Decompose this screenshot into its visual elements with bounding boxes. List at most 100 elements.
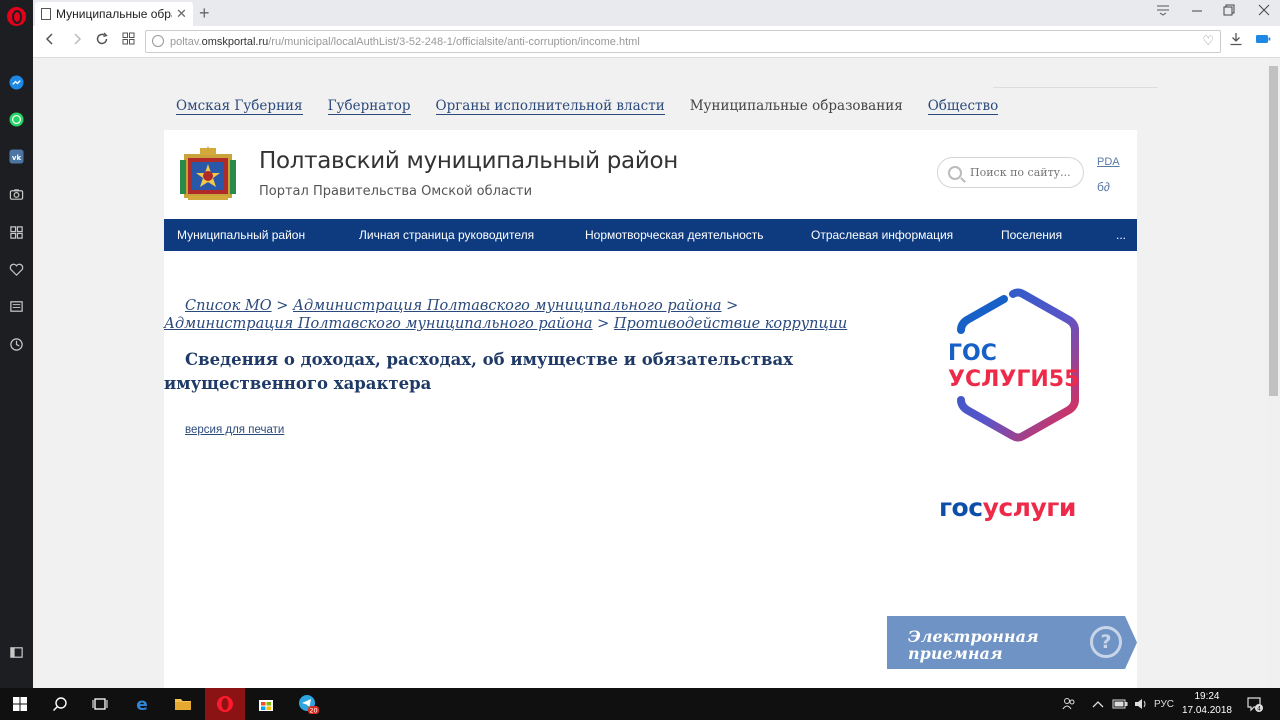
breadcrumb-administration[interactable]: Администрация Полтавского муниципального… xyxy=(293,298,722,314)
menu-sector-info[interactable]: Отраслевая информация xyxy=(811,228,953,242)
file-explorer-icon[interactable] xyxy=(163,688,203,720)
breadcrumb: Список МО > Администрация Полтавского му… xyxy=(164,297,864,333)
address-bar-row: poltav. omskportal.ru/ru/municipal/localA… xyxy=(33,26,1280,58)
clock[interactable]: 19:24 17.04.2018 xyxy=(1182,690,1232,718)
pda-link[interactable]: PDA xyxy=(1097,156,1120,168)
battery-saver-icon[interactable] xyxy=(1255,32,1271,50)
top-nav-governor[interactable]: Губернатор xyxy=(327,98,411,115)
gosuslugi-part2: услуги xyxy=(982,493,1077,522)
site-subtitle: Портал Правительства Омской области xyxy=(259,184,533,199)
telegram-icon[interactable]: 20 xyxy=(288,688,328,720)
url-field[interactable]: poltav. omskportal.ru/ru/municipal/localA… xyxy=(145,30,1221,53)
speed-dial-icon[interactable] xyxy=(8,224,25,241)
camera-icon[interactable] xyxy=(8,186,25,203)
back-icon[interactable] xyxy=(43,32,57,51)
svg-text:e: e xyxy=(136,695,148,713)
url-prefix: poltav. xyxy=(170,35,202,48)
gosuslugi55-banner[interactable]: ГОС УСЛУГИ55 xyxy=(942,288,1084,444)
sidebar-toggle-icon[interactable] xyxy=(8,644,25,661)
news-icon[interactable] xyxy=(8,298,25,315)
reload-icon[interactable] xyxy=(95,32,109,51)
menu-more[interactable]: ... xyxy=(1116,228,1126,242)
menu-head-personal-page[interactable]: Личная страница руководителя xyxy=(359,228,534,242)
url-path: /ru/municipal/localAuthList/3-52-248-1/o… xyxy=(268,35,640,48)
search-icon xyxy=(948,165,962,180)
reception-banner-text: Электронная приемная xyxy=(908,628,1039,662)
tabs-grid-icon[interactable] xyxy=(122,32,135,50)
messenger-icon[interactable] xyxy=(8,74,25,91)
site-title[interactable]: Полтавский муниципальный район xyxy=(259,148,678,174)
svg-text:vk: vk xyxy=(12,153,22,162)
search-input[interactable] xyxy=(970,166,1075,179)
language-indicator[interactable]: РУС xyxy=(1154,688,1174,720)
opera-logo-icon[interactable] xyxy=(7,7,26,26)
restore-icon[interactable] xyxy=(1223,3,1235,19)
notifications-icon[interactable]: 4 xyxy=(1246,688,1264,720)
menu-municipal-district[interactable]: Муниципальный район xyxy=(177,228,305,242)
notification-count: 4 xyxy=(1257,706,1261,713)
page-heading: Сведения о доходах, расходах, об имущест… xyxy=(164,348,864,396)
menu-settlements[interactable]: Поселения xyxy=(1001,228,1062,242)
breadcrumb-separator: > xyxy=(276,298,289,314)
electronic-reception-banner[interactable]: Электронная приемная ? xyxy=(887,616,1137,669)
breadcrumb-anti-corruption[interactable]: Противодействие коррупции xyxy=(614,316,847,332)
breadcrumb-mo-list[interactable]: Список МО xyxy=(185,298,272,314)
low-vision-glasses-icon[interactable]: б∂ xyxy=(1097,180,1110,194)
clock-date: 17.04.2018 xyxy=(1181,705,1232,716)
vk-icon[interactable]: vk xyxy=(8,148,25,165)
store-icon[interactable] xyxy=(246,688,286,720)
whatsapp-icon[interactable] xyxy=(8,111,25,128)
heart-icon[interactable] xyxy=(8,261,25,278)
top-nav-executive-bodies[interactable]: Органы исполнительной власти xyxy=(435,98,665,115)
windows-start-icon[interactable] xyxy=(0,688,40,720)
opera-taskbar-icon[interactable] xyxy=(205,688,245,720)
close-window-icon[interactable] xyxy=(1258,3,1270,19)
forward-icon[interactable] xyxy=(70,32,84,51)
breadcrumb-administration-2[interactable]: Администрация Полтавского муниципального… xyxy=(164,316,593,332)
page-scrollbar[interactable] xyxy=(1267,58,1280,688)
top-nav: Омская Губерния Губернатор Органы исполн… xyxy=(176,98,1023,115)
search-taskbar-icon[interactable] xyxy=(40,688,80,720)
gosuslugi-banner[interactable]: госуслуги xyxy=(939,493,1076,522)
tab-strip: Муниципальные образо ✕ + xyxy=(33,0,1280,26)
top-nav-society[interactable]: Общество xyxy=(927,98,999,115)
minimize-icon[interactable] xyxy=(1191,3,1203,19)
download-icon[interactable] xyxy=(1229,32,1243,51)
menu-rulemaking[interactable]: Нормотворческая деятельность xyxy=(585,228,764,242)
gos55-line2: УСЛУГИ55 xyxy=(948,367,1079,392)
history-icon[interactable] xyxy=(8,336,25,353)
task-view-icon[interactable] xyxy=(80,688,120,720)
breadcrumb-separator: > xyxy=(597,316,610,332)
coat-of-arms-icon[interactable] xyxy=(178,140,238,204)
reception-line2: приемная xyxy=(908,644,1003,663)
content-card: Полтавский муниципальный район Портал Пр… xyxy=(164,130,1137,688)
browser-tab[interactable]: Муниципальные образо ✕ xyxy=(35,2,193,26)
lang-text: РУС xyxy=(1154,698,1175,710)
top-divider xyxy=(993,87,1158,88)
scrollbar-thumb[interactable] xyxy=(1269,66,1278,396)
breadcrumb-separator: > xyxy=(726,298,739,314)
question-mark-icon: ? xyxy=(1090,626,1122,658)
volume-icon[interactable] xyxy=(1134,688,1148,720)
tab-title: Муниципальные образо xyxy=(56,7,172,21)
opera-sidebar: vk xyxy=(0,0,33,688)
reception-line1: Электронная xyxy=(908,627,1039,646)
gosuslugi-part1: гос xyxy=(939,493,983,522)
tab-close-icon[interactable]: ✕ xyxy=(176,6,187,22)
telegram-badge: 20 xyxy=(309,707,317,715)
battery-icon[interactable] xyxy=(1112,688,1128,720)
top-nav-municipalities[interactable]: Муниципальные образования xyxy=(690,98,903,115)
print-version-link[interactable]: версия для печати xyxy=(185,424,284,436)
site-search[interactable] xyxy=(937,157,1084,188)
new-tab-icon[interactable]: + xyxy=(199,3,210,24)
page-icon xyxy=(41,8,51,20)
top-nav-omsk-gubernia[interactable]: Омская Губерния xyxy=(176,98,303,115)
tab-menu-icon[interactable] xyxy=(1156,3,1170,19)
web-page: Омская Губерния Губернатор Органы исполн… xyxy=(33,58,1267,688)
tray-chevron-icon[interactable] xyxy=(1092,688,1104,720)
globe-icon xyxy=(152,35,164,47)
page-heading-text: Сведения о доходах, расходах, об имущест… xyxy=(164,350,794,393)
edge-icon[interactable]: e xyxy=(122,688,162,720)
bookmark-heart-icon[interactable]: ♡ xyxy=(1202,33,1214,49)
people-icon[interactable] xyxy=(1062,688,1076,720)
